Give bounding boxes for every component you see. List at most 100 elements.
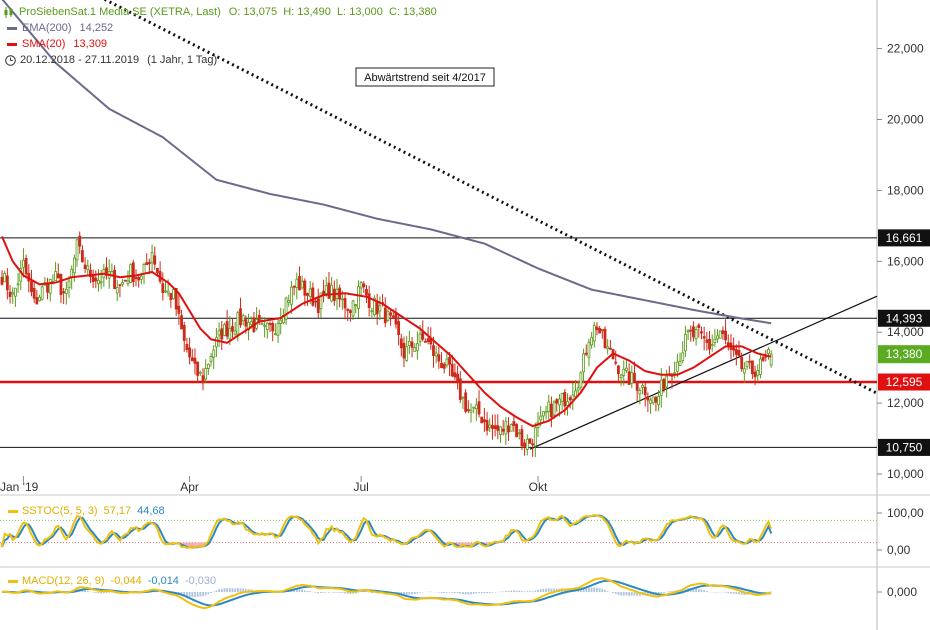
candle-body <box>426 338 430 342</box>
candle-body <box>62 291 66 294</box>
macd-histogram-bar <box>456 592 459 594</box>
candle <box>158 261 162 284</box>
candle <box>330 276 334 303</box>
candle <box>290 280 293 314</box>
candle-body <box>166 290 170 294</box>
x-tick-label: Apr <box>180 480 199 494</box>
candle <box>461 396 465 410</box>
macd-histogram-bar <box>451 592 454 593</box>
macd-histogram-bar <box>705 591 708 593</box>
candle-body <box>721 330 725 334</box>
candle-body <box>190 357 194 362</box>
macd-histogram-bar <box>515 590 518 593</box>
candle <box>410 336 414 358</box>
candle-body <box>217 330 221 336</box>
annotation-text: Abwärtstrend seit 4/2017 <box>364 72 486 84</box>
candle-body <box>649 399 652 404</box>
candle <box>220 320 224 350</box>
candle-body <box>608 347 612 350</box>
macd-histogram-bar <box>478 592 480 594</box>
candle-body <box>394 312 398 325</box>
legend: ProSiebenSat.1 Media SE (XETRA, Last) O:… <box>4 4 437 68</box>
candle <box>700 326 703 340</box>
candle-body <box>265 322 269 330</box>
candle-body <box>708 338 711 350</box>
candle <box>86 259 90 276</box>
macd-histogram-bar <box>604 590 606 593</box>
level-label-2: 12,595 <box>886 375 923 389</box>
macd-histogram-bar <box>341 592 344 594</box>
candle-body <box>432 345 435 356</box>
macd-histogram-bar <box>328 592 330 593</box>
macd-tick-label: 0,000 <box>887 585 917 599</box>
candle-body <box>614 361 618 364</box>
candle <box>276 319 280 343</box>
macd-histogram-bar <box>585 588 588 593</box>
candle-body <box>268 323 272 325</box>
candle-body <box>767 349 770 354</box>
macd-histogram-bar <box>625 592 628 596</box>
macd-histogram-bar <box>539 589 542 593</box>
candle <box>346 308 350 322</box>
candle-body <box>579 372 583 388</box>
candle <box>649 397 652 414</box>
candle-body <box>212 349 216 358</box>
macd-histogram-bar <box>228 588 231 593</box>
candle-body <box>464 392 468 412</box>
candle-body <box>391 315 395 318</box>
candle-body <box>673 372 677 375</box>
macd-histogram-bar <box>320 592 322 594</box>
macd-swatch <box>8 579 18 583</box>
axis-layer: 10,000 12,000 14,000 16,000 18,000 20,000 22,0… <box>0 42 924 494</box>
candle <box>150 244 154 274</box>
candle <box>751 360 754 379</box>
candle <box>638 387 642 405</box>
candle-body <box>145 262 149 265</box>
candle-body <box>539 415 543 421</box>
candle-body <box>745 360 749 368</box>
candle-body <box>225 321 229 337</box>
macd-histogram-bar <box>218 589 220 593</box>
candle-body <box>453 372 457 378</box>
candle <box>641 383 644 395</box>
candle-body <box>142 264 146 275</box>
macd-histogram-bar <box>596 587 598 593</box>
candle <box>59 273 63 304</box>
macd-histogram-bar <box>518 590 521 593</box>
macd-histogram-bar <box>633 592 636 596</box>
sma-value: 13,309 <box>73 38 108 50</box>
candle-body <box>40 286 44 300</box>
candle-body <box>340 298 344 301</box>
macd-histogram-bar <box>700 589 703 593</box>
candle <box>190 348 194 362</box>
candle <box>225 310 229 340</box>
candle <box>555 398 559 412</box>
candle <box>223 322 226 337</box>
x-tick-label: Jul <box>353 480 368 494</box>
candle-body <box>751 360 754 375</box>
macd-histogram-bar <box>199 592 202 597</box>
candle <box>231 318 234 338</box>
candle-body <box>228 328 232 340</box>
candle <box>255 307 259 331</box>
candle-body <box>491 424 494 429</box>
candle-body <box>450 363 454 377</box>
candle-body <box>209 356 213 362</box>
candle-body <box>689 329 693 332</box>
candle-body <box>295 278 299 288</box>
stoch-tick-label: 100,00 <box>887 506 924 520</box>
candle-body <box>279 319 283 324</box>
candle-body <box>375 302 379 315</box>
macd-histogram-bar <box>617 592 620 595</box>
candle <box>273 323 277 336</box>
candle-body <box>617 365 620 375</box>
candle-body <box>359 282 363 289</box>
macd-histogram-bar <box>317 592 320 594</box>
candle-body <box>413 347 417 352</box>
candle-body <box>415 343 419 351</box>
clock-icon <box>5 54 16 66</box>
candle-body <box>172 289 175 300</box>
signal-value: -0,014 <box>147 575 179 587</box>
stoch-d-value: 44,68 <box>137 505 165 517</box>
macd-histogram-bar <box>231 588 234 593</box>
